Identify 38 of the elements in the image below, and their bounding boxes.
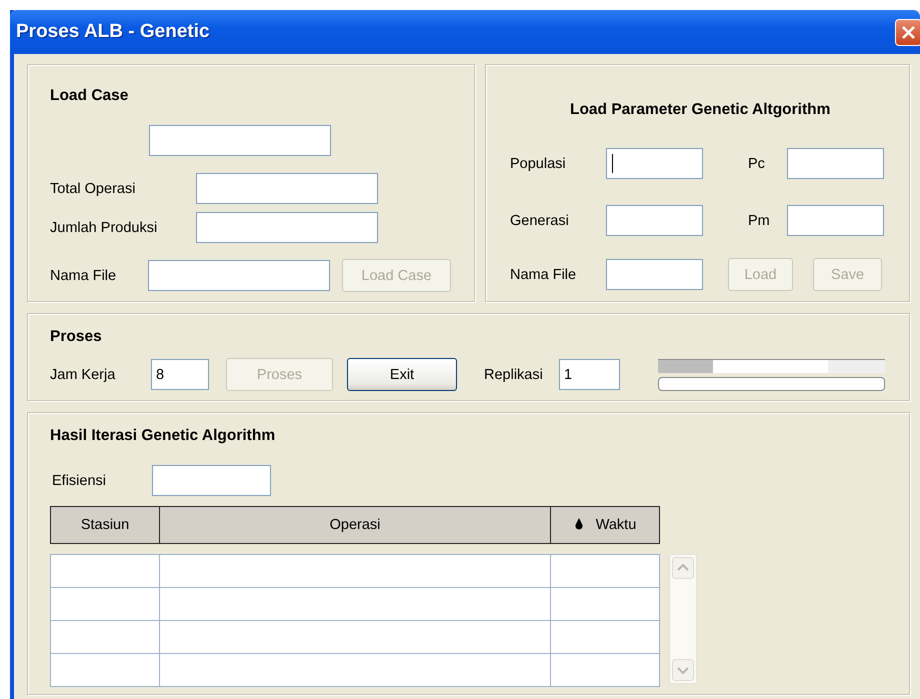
text-field[interactable] (606, 148, 703, 179)
text-field[interactable] (148, 260, 330, 291)
field-label: Generasi (510, 212, 570, 228)
text-field[interactable] (196, 212, 378, 243)
section-title: Hasil Iterasi Genetic Algorithm (50, 427, 276, 445)
column-header[interactable]: Waktu (550, 506, 660, 544)
text-field[interactable] (152, 465, 271, 496)
sort-icon (574, 518, 584, 530)
close-button[interactable] (895, 18, 920, 46)
field-label: Pc (748, 156, 766, 172)
field-label: Nama File (50, 268, 118, 284)
scroll-down-icon[interactable] (672, 659, 694, 681)
text-field[interactable]: 8 (151, 359, 209, 390)
text-field[interactable] (196, 173, 378, 204)
field-label: Jumlah Produksi (50, 220, 158, 236)
field-label: Pm (748, 212, 771, 228)
field-label: Jam Kerja (50, 366, 116, 382)
text-field[interactable] (149, 125, 331, 156)
text-field[interactable] (606, 259, 703, 290)
text-field[interactable] (606, 205, 703, 236)
scrollbar[interactable] (669, 554, 697, 684)
field-label: Nama File (510, 266, 578, 282)
text-field[interactable] (787, 148, 884, 179)
field-label: Total Operasi (50, 180, 136, 196)
section-title: Proses (50, 328, 103, 346)
window-title: Proses ALB - Genetic (16, 21, 211, 43)
text-field[interactable] (787, 205, 884, 236)
button[interactable]: Exit (347, 358, 457, 391)
section-title: Load Case (50, 87, 130, 105)
field-label: Populasi (510, 156, 567, 172)
field-label: Efisiensi (52, 472, 107, 488)
scroll-up-icon[interactable] (672, 557, 694, 579)
field-label: Replikasi (484, 366, 544, 382)
column-header[interactable]: Stasiun (50, 506, 160, 544)
section-title: Load Parameter Genetic Altgorithm (570, 101, 832, 119)
column-header[interactable]: Operasi (160, 506, 550, 544)
text-field[interactable]: 1 (559, 359, 620, 390)
close-icon (901, 24, 916, 40)
